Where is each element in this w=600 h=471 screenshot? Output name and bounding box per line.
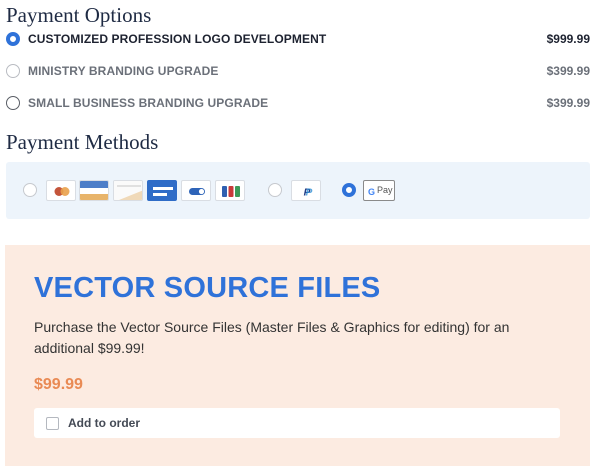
upsell-panel: VECTOR SOURCE FILES Purchase the Vector … — [5, 245, 590, 466]
upsell-description: Purchase the Vector Source Files (Master… — [34, 319, 510, 356]
payment-option-label: CUSTOMIZED PROFESSION LOGO DEVELOPMENT — [28, 32, 327, 46]
add-to-order-row[interactable]: Add to order — [34, 408, 560, 438]
payment-methods-title: Payment Methods — [6, 130, 159, 154]
amex-icon[interactable] — [147, 180, 177, 201]
payment-option-ministry-branding[interactable]: MINISTRY BRANDING UPGRADE $399.99 — [6, 60, 590, 82]
payment-option-price: $399.99 — [546, 96, 590, 110]
payment-option-custom-logo[interactable]: CUSTOMIZED PROFESSION LOGO DEVELOPMENT $… — [6, 28, 590, 50]
radio-icon[interactable] — [6, 64, 20, 78]
card-colored-bars-icon[interactable] — [215, 180, 245, 201]
gpay-label: Pay — [377, 185, 393, 195]
add-to-order-label[interactable]: Add to order — [68, 416, 140, 430]
payment-option-price: $999.99 — [546, 32, 590, 46]
payment-option-price: $399.99 — [546, 64, 590, 78]
upsell-title: VECTOR SOURCE FILES — [34, 272, 381, 304]
payment-method-gpay-radio[interactable] — [342, 183, 356, 197]
upsell-price: $99.99 — [34, 376, 83, 393]
radio-icon[interactable] — [6, 96, 20, 110]
radio-selected-icon[interactable] — [6, 32, 20, 46]
payment-method-card-radio[interactable] — [23, 183, 37, 197]
card-generic-icon[interactable] — [113, 180, 143, 201]
add-to-order-checkbox[interactable] — [46, 416, 59, 430]
paypal-icon[interactable]: PP — [291, 180, 321, 201]
payment-methods-panel: PP G Pay — [6, 162, 590, 219]
payment-option-small-business-branding[interactable]: SMALL BUSINESS BRANDING UPGRADE $399.99 — [6, 92, 590, 114]
mastercard-icon[interactable] — [46, 180, 76, 201]
svg-text:G: G — [368, 187, 375, 197]
payment-options-title: Payment Options — [6, 3, 152, 27]
payment-method-paypal-radio[interactable] — [268, 183, 282, 197]
payment-option-label: MINISTRY BRANDING UPGRADE — [28, 64, 219, 78]
google-pay-icon[interactable]: G Pay — [363, 180, 395, 201]
card-blue-stripe-icon[interactable] — [79, 180, 109, 201]
card-toggle-icon[interactable] — [181, 180, 211, 201]
svg-text:P: P — [306, 188, 313, 199]
payment-option-label: SMALL BUSINESS BRANDING UPGRADE — [28, 96, 269, 110]
